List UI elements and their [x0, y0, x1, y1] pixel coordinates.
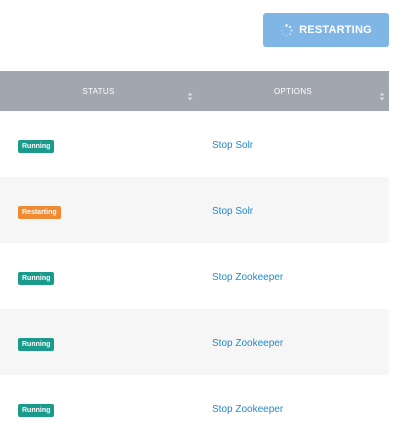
stop-service-link[interactable]: Stop Zookeeper [212, 338, 283, 349]
table-row: Running Stop Solr [0, 111, 389, 177]
spinner-icon [280, 23, 293, 36]
sort-icon[interactable] [379, 92, 385, 101]
column-header-options-label: OPTIONS [273, 86, 313, 96]
column-header-status-label: STATUS [82, 86, 115, 96]
options-cell: Stop Zookeeper [197, 399, 389, 417]
table-header: STATUS OPTIONS [0, 71, 389, 111]
status-cell: Running [0, 333, 197, 351]
status-cell: Running [0, 135, 197, 153]
stop-service-link[interactable]: Stop Zookeeper [212, 404, 283, 415]
restarting-button-label: RESTARTING [299, 24, 372, 36]
options-cell: Stop Solr [197, 201, 389, 219]
status-cell: Running [0, 399, 197, 417]
status-cell: Running [0, 267, 197, 285]
column-header-options[interactable]: OPTIONS [197, 71, 389, 111]
sort-icon[interactable] [187, 92, 193, 101]
table-row: Running Stop Zookeeper [0, 243, 389, 309]
status-badge: Running [18, 272, 55, 285]
stop-service-link[interactable]: Stop Solr [212, 140, 253, 151]
options-cell: Stop Zookeeper [197, 267, 389, 285]
status-badge: Running [18, 140, 55, 153]
status-badge: Restarting [18, 206, 61, 219]
column-header-status[interactable]: STATUS [0, 71, 197, 111]
status-cell: Restarting [0, 201, 197, 219]
status-badge: Running [18, 338, 55, 351]
services-table: STATUS OPTIONS Running Stop Solr Restart… [0, 71, 389, 441]
table-row: Running Stop Zookeeper [0, 309, 389, 375]
stop-service-link[interactable]: Stop Solr [212, 206, 253, 217]
status-badge: Running [18, 404, 55, 417]
table-row: Restarting Stop Solr [0, 177, 389, 243]
table-row: Running Stop Zookeeper [0, 375, 389, 441]
stop-service-link[interactable]: Stop Zookeeper [212, 272, 283, 283]
options-cell: Stop Solr [197, 135, 389, 153]
options-cell: Stop Zookeeper [197, 333, 389, 351]
restarting-button[interactable]: RESTARTING [263, 13, 389, 47]
